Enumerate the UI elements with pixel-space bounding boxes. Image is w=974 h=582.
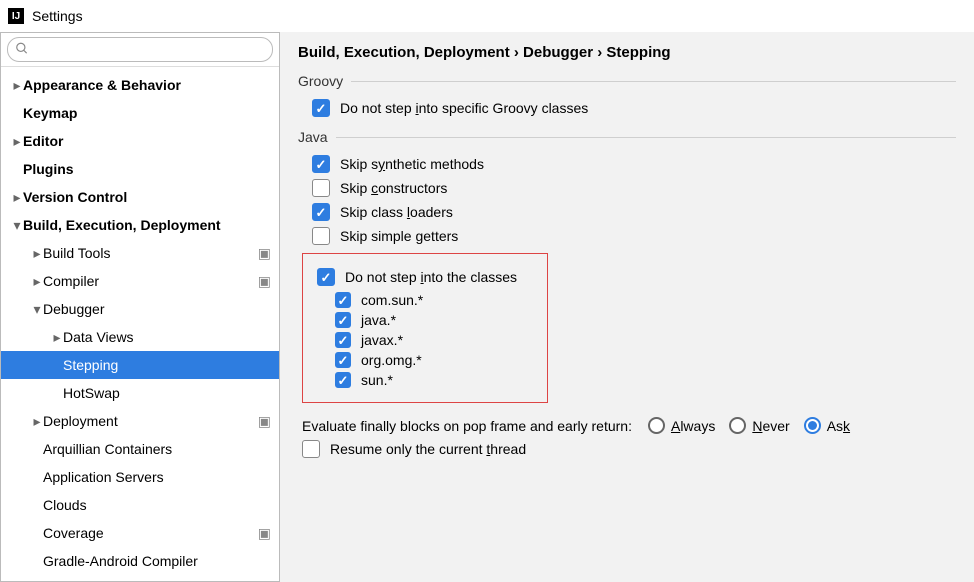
opt-label: Skip class loaders <box>340 204 453 220</box>
project-icon: ▣ <box>258 525 271 542</box>
settings-tree: ▸ Appearance & Behavior Keymap ▸ Editor … <box>1 67 279 581</box>
opt-skip-constructors[interactable]: Skip constructors <box>312 179 956 197</box>
checkbox[interactable] <box>312 155 330 173</box>
class-pattern-list: com.sun.* java.* javax.* org.omg.* sun.* <box>335 292 537 388</box>
chevron-right-icon: ▸ <box>51 329 63 346</box>
opt-skip-classloaders[interactable]: Skip class loaders <box>312 203 956 221</box>
opt-no-step-classes[interactable]: Do not step into the classes <box>317 268 537 286</box>
sidebar: ▸ Appearance & Behavior Keymap ▸ Editor … <box>0 32 280 582</box>
tree-arquillian[interactable]: Arquillian Containers <box>1 435 279 463</box>
chevron-down-icon: ▾ <box>11 217 23 234</box>
checkbox[interactable] <box>335 332 351 348</box>
search-box <box>7 37 273 62</box>
opt-label: Skip constructors <box>340 180 447 196</box>
pattern-label: java.* <box>361 312 396 328</box>
titlebar: IJ Settings <box>0 0 974 32</box>
checkbox[interactable] <box>317 268 335 286</box>
chevron-right-icon: ▸ <box>11 189 23 206</box>
checkbox[interactable] <box>335 312 351 328</box>
tree-build-tools[interactable]: ▸ Build Tools ▣ <box>1 239 279 267</box>
breadcrumb: Build, Execution, Deployment › Debugger … <box>298 44 956 61</box>
main-split: ▸ Appearance & Behavior Keymap ▸ Editor … <box>0 32 974 582</box>
tree-plugins[interactable]: Plugins <box>1 155 279 183</box>
eval-label: Evaluate finally blocks on pop frame and… <box>302 418 632 434</box>
search-wrap <box>1 33 279 67</box>
checkbox[interactable] <box>312 99 330 117</box>
tree-appearance[interactable]: ▸ Appearance & Behavior <box>1 71 279 99</box>
tree-gradle-android[interactable]: Gradle-Android Compiler <box>1 547 279 575</box>
tree-coverage[interactable]: Coverage ▣ <box>1 519 279 547</box>
pattern-label: javax.* <box>361 332 403 348</box>
pattern-label: com.sun.* <box>361 292 423 308</box>
opt-label: Do not step into the classes <box>345 269 517 285</box>
list-item[interactable]: org.omg.* <box>335 352 537 368</box>
radio-icon[interactable] <box>648 417 665 434</box>
checkbox[interactable] <box>335 352 351 368</box>
chevron-right-icon: ▸ <box>11 133 23 150</box>
tree-clouds[interactable]: Clouds <box>1 491 279 519</box>
tree-keymap[interactable]: Keymap <box>1 99 279 127</box>
checkbox[interactable] <box>335 372 351 388</box>
radio-icon[interactable] <box>804 417 821 434</box>
radio-icon[interactable] <box>729 417 746 434</box>
tree-debugger[interactable]: ▾ Debugger <box>1 295 279 323</box>
tree-stepping[interactable]: Stepping <box>1 351 279 379</box>
section-java: Java <box>298 129 956 145</box>
opt-skip-getters[interactable]: Skip simple getters <box>312 227 956 245</box>
checkbox[interactable] <box>335 292 351 308</box>
opt-label: Resume only the current thread <box>330 441 526 457</box>
checkbox[interactable] <box>312 227 330 245</box>
radio-always[interactable]: Always <box>648 417 715 434</box>
radio-never[interactable]: Never <box>729 417 789 434</box>
chevron-right-icon: ▸ <box>11 77 23 94</box>
project-icon: ▣ <box>258 413 271 430</box>
checkbox[interactable] <box>302 440 320 458</box>
tree-app-servers[interactable]: Application Servers <box>1 463 279 491</box>
list-item[interactable]: sun.* <box>335 372 537 388</box>
search-input[interactable] <box>7 37 273 62</box>
tree-deployment[interactable]: ▸ Deployment ▣ <box>1 407 279 435</box>
opt-label: Do not step into specific Groovy classes <box>340 100 588 116</box>
list-item[interactable]: java.* <box>335 312 537 328</box>
chevron-right-icon: ▸ <box>31 245 43 262</box>
eval-finally-row: Evaluate finally blocks on pop frame and… <box>302 417 956 434</box>
highlight-box: Do not step into the classes com.sun.* j… <box>302 253 548 403</box>
tree-version-control[interactable]: ▸ Version Control <box>1 183 279 211</box>
tree-compiler[interactable]: ▸ Compiler ▣ <box>1 267 279 295</box>
list-item[interactable]: com.sun.* <box>335 292 537 308</box>
section-groovy: Groovy <box>298 73 956 89</box>
chevron-right-icon: ▸ <box>31 413 43 430</box>
opt-label: Skip simple getters <box>340 228 458 244</box>
opt-groovy-no-step[interactable]: Do not step into specific Groovy classes <box>312 99 956 117</box>
tree-data-views[interactable]: ▸ Data Views <box>1 323 279 351</box>
tree-hotswap[interactable]: HotSwap <box>1 379 279 407</box>
list-item[interactable]: javax.* <box>335 332 537 348</box>
tree-bed[interactable]: ▾ Build, Execution, Deployment <box>1 211 279 239</box>
opt-label: Skip synthetic methods <box>340 156 484 172</box>
pattern-label: sun.* <box>361 372 393 388</box>
chevron-right-icon: ▸ <box>31 273 43 290</box>
project-icon: ▣ <box>258 245 271 262</box>
content-pane: Build, Execution, Deployment › Debugger … <box>280 32 974 582</box>
opt-resume-current-thread[interactable]: Resume only the current thread <box>302 440 956 458</box>
checkbox[interactable] <box>312 179 330 197</box>
tree-editor[interactable]: ▸ Editor <box>1 127 279 155</box>
project-icon: ▣ <box>258 273 271 290</box>
search-icon <box>15 41 29 58</box>
checkbox[interactable] <box>312 203 330 221</box>
opt-skip-synthetic[interactable]: Skip synthetic methods <box>312 155 956 173</box>
app-icon: IJ <box>8 8 24 24</box>
chevron-down-icon: ▾ <box>31 301 43 318</box>
pattern-label: org.omg.* <box>361 352 422 368</box>
radio-ask[interactable]: Ask <box>804 417 850 434</box>
window-title: Settings <box>32 8 83 24</box>
